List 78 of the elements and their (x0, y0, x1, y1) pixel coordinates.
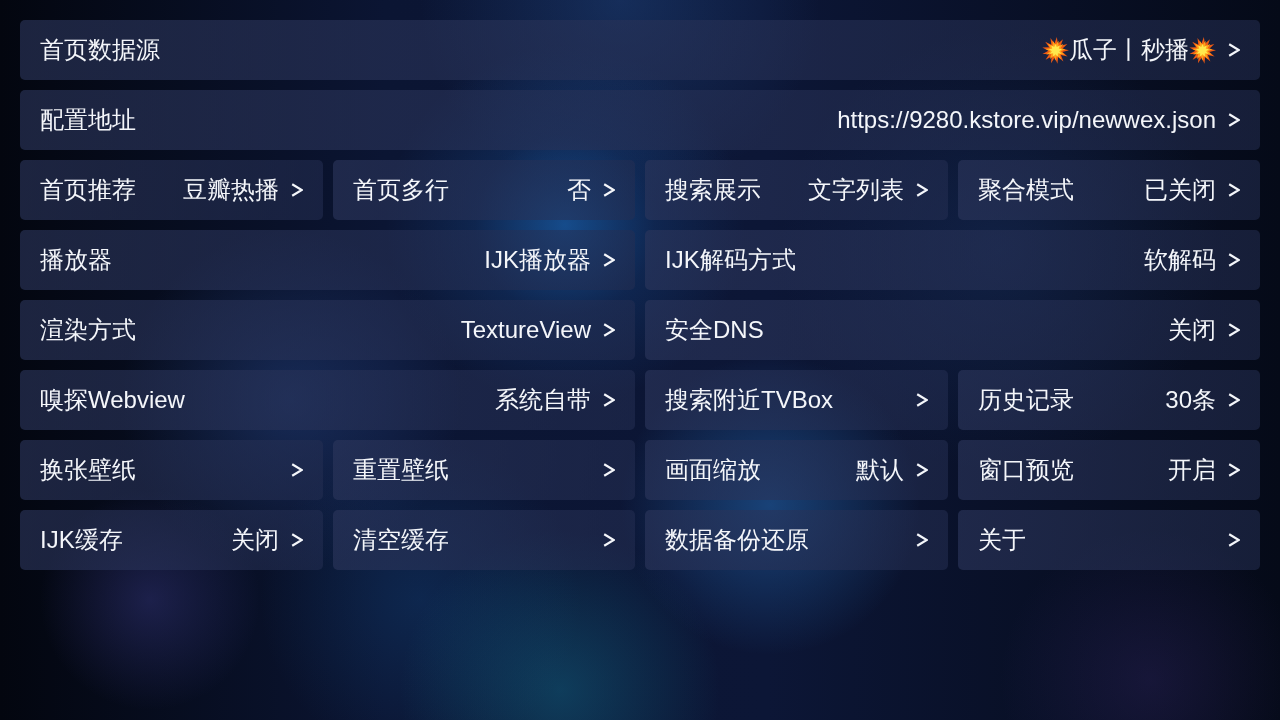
setting-tile[interactable]: 关于 (957, 510, 1260, 570)
chevron-right-icon (915, 533, 928, 547)
setting-tile[interactable]: 数据备份还原 (645, 510, 948, 570)
chevron-right-icon (1228, 113, 1240, 127)
setting-value: 关闭 (1168, 315, 1216, 345)
chevron-right-icon (915, 463, 928, 477)
setting-value: 否 (567, 175, 591, 205)
chevron-right-icon (290, 183, 303, 197)
setting-tile[interactable]: IJK解码方式 软解码 (645, 230, 1260, 290)
setting-label: 首页推荐 (40, 175, 136, 205)
setting-label: IJK缓存 (40, 525, 123, 555)
setting-value: 开启 (1168, 455, 1216, 485)
setting-value: 瓜子丨秒播 (1069, 35, 1189, 65)
setting-label: 安全DNS (665, 315, 764, 345)
setting-value: 默认 (855, 455, 904, 485)
setting-label: 换张壁纸 (40, 455, 136, 485)
setting-tile[interactable]: 画面缩放 默认 (645, 440, 948, 500)
setting-tile[interactable]: IJK缓存 关闭 (20, 510, 323, 570)
setting-tile[interactable]: 首页数据源 瓜子丨秒播 (20, 20, 1260, 80)
chevron-right-icon (1228, 183, 1240, 197)
setting-tile[interactable]: 搜索展示 文字列表 (645, 160, 948, 220)
setting-label: 首页多行 (352, 175, 449, 205)
setting-tile[interactable]: 首页多行 否 (332, 160, 635, 220)
setting-value: 豆瓣热播 (182, 175, 279, 205)
setting-tile[interactable]: 配置地址 https://9280.kstore.vip/newwex.json (20, 90, 1260, 150)
setting-label: 搜索展示 (665, 175, 761, 205)
setting-label: 嗅探Webview (40, 385, 185, 415)
setting-value: 系统自带 (495, 385, 591, 415)
setting-tile[interactable]: 窗口预览 开启 (957, 440, 1260, 500)
setting-label: 清空缓存 (352, 525, 449, 555)
chevron-right-icon (1228, 253, 1240, 267)
chevron-right-icon (290, 463, 303, 477)
chevron-right-icon (915, 183, 928, 197)
setting-label: 窗口预览 (977, 455, 1074, 485)
setting-tile[interactable]: 首页推荐 豆瓣热播 (20, 160, 323, 220)
chevron-right-icon (603, 533, 615, 547)
setting-label: 数据备份还原 (665, 525, 809, 555)
setting-value: 文字列表 (807, 175, 904, 205)
setting-tile[interactable]: 换张壁纸 (20, 440, 323, 500)
chevron-right-icon (1228, 393, 1240, 407)
setting-value: 已关闭 (1144, 175, 1216, 205)
chevron-right-icon (1228, 463, 1240, 477)
setting-tile[interactable]: 安全DNS 关闭 (645, 300, 1260, 360)
setting-tile[interactable]: 重置壁纸 (332, 440, 635, 500)
chevron-right-icon (603, 393, 615, 407)
chevron-right-icon (1228, 323, 1240, 337)
setting-value: 关闭 (230, 525, 279, 555)
setting-value: TextureView (460, 316, 591, 344)
chevron-right-icon (1228, 533, 1240, 547)
setting-label: 播放器 (40, 245, 112, 275)
setting-tile[interactable]: 清空缓存 (332, 510, 635, 570)
setting-label: 重置壁纸 (352, 455, 449, 485)
setting-label: 首页数据源 (40, 35, 160, 65)
chevron-right-icon (603, 253, 615, 267)
setting-value: 30条 (1165, 385, 1216, 415)
setting-label: 聚合模式 (977, 175, 1074, 205)
chevron-right-icon (603, 463, 615, 477)
setting-tile[interactable]: 聚合模式 已关闭 (957, 160, 1260, 220)
chevron-right-icon (1228, 43, 1240, 57)
setting-tile[interactable]: 渲染方式 TextureView (20, 300, 635, 360)
chevron-right-icon (603, 183, 615, 197)
setting-tile[interactable]: 搜索附近TVBox (645, 370, 948, 430)
setting-tile[interactable]: 嗅探Webview 系统自带 (20, 370, 635, 430)
setting-value: 软解码 (1144, 245, 1216, 275)
setting-label: IJK解码方式 (665, 245, 796, 275)
setting-value: IJK播放器 (484, 245, 591, 275)
setting-tile[interactable]: 播放器 IJK播放器 (20, 230, 635, 290)
setting-tile[interactable]: 历史记录 30条 (957, 370, 1260, 430)
chevron-right-icon (603, 323, 615, 337)
setting-label: 配置地址 (40, 105, 136, 135)
setting-label: 历史记录 (977, 385, 1074, 415)
setting-label: 渲染方式 (40, 315, 136, 345)
setting-label: 关于 (977, 525, 1026, 555)
setting-label: 画面缩放 (665, 455, 761, 485)
setting-label: 搜索附近TVBox (665, 385, 834, 415)
setting-value: https://9280.kstore.vip/newwex.json (837, 106, 1216, 134)
chevron-right-icon (915, 393, 928, 407)
chevron-right-icon (290, 533, 303, 547)
